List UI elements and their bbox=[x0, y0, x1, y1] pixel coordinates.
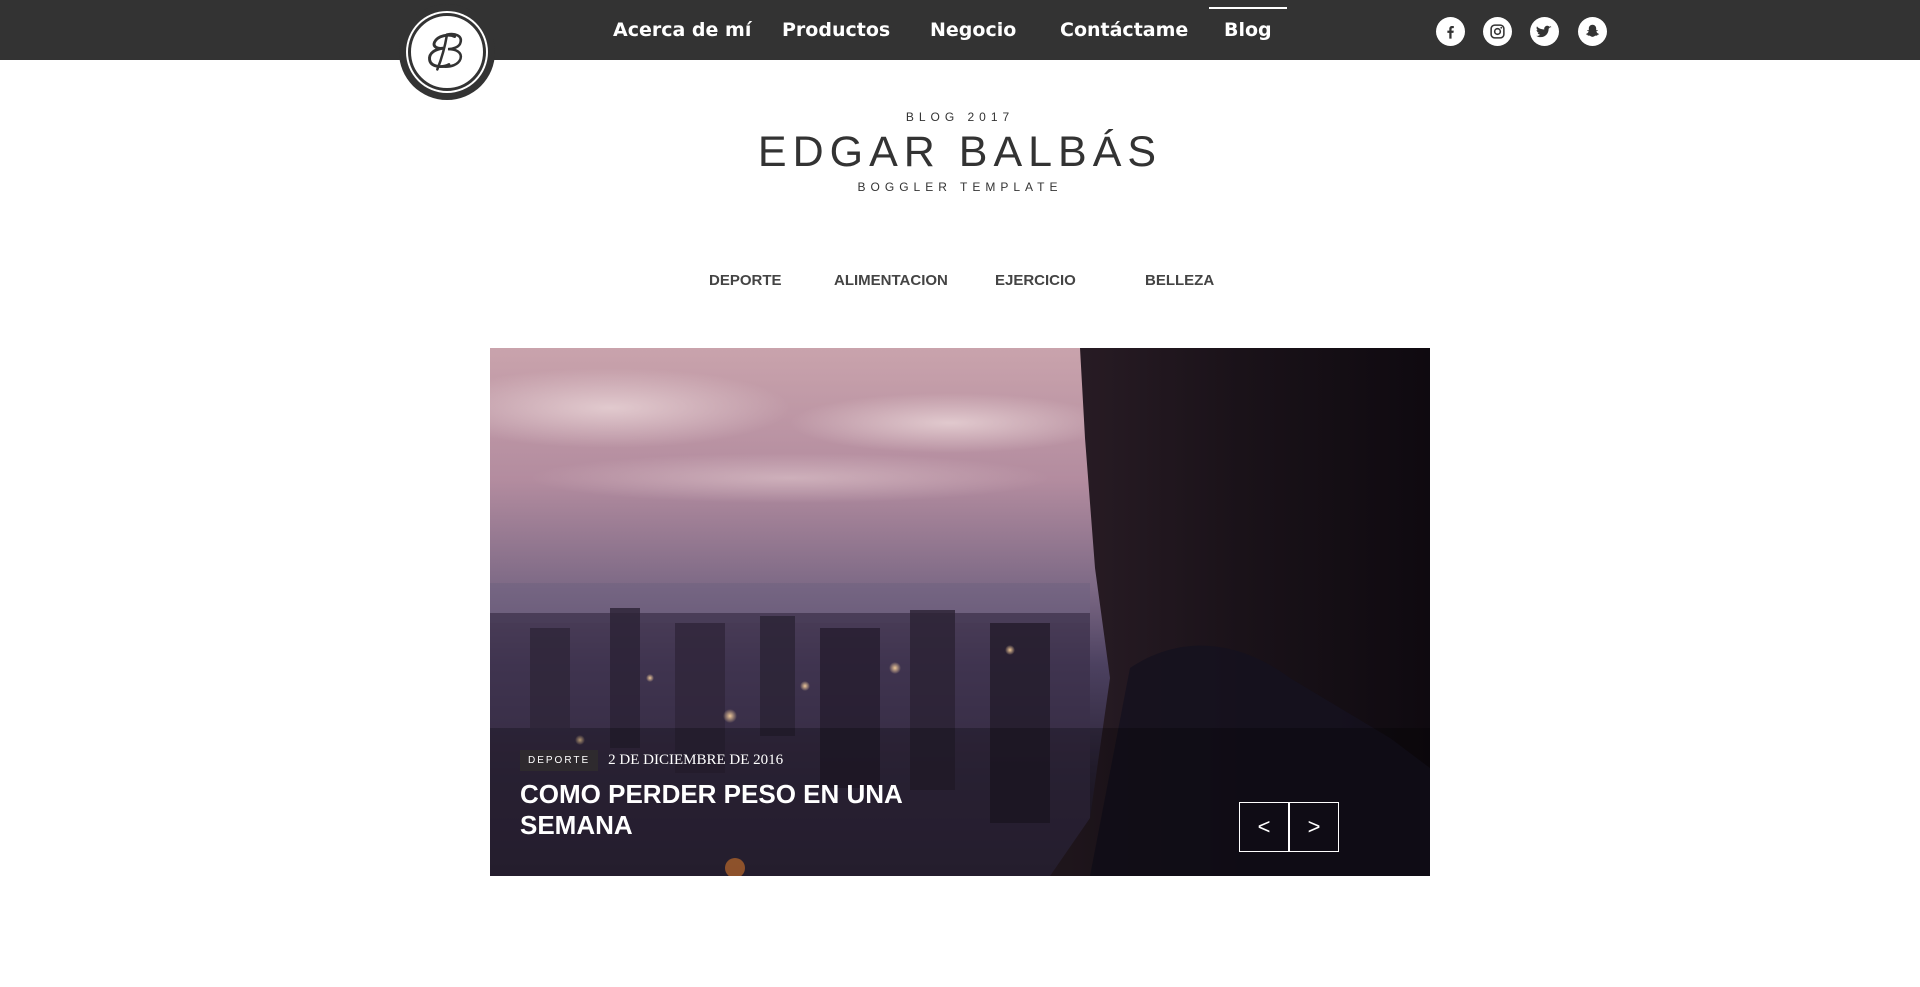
snapchat-icon[interactable] bbox=[1578, 17, 1607, 46]
eb-monogram-icon bbox=[428, 32, 463, 71]
facebook-icon[interactable] bbox=[1436, 17, 1465, 46]
nav-item-business[interactable]: Negocio bbox=[930, 0, 1016, 60]
site-subtitle: BOGGLER TEMPLATE bbox=[857, 180, 1063, 194]
featured-slider: DEPORTE 2 DE DICIEMBRE DE 2016 COMO PERD… bbox=[490, 348, 1430, 876]
site-title: EDGAR BALBÁS bbox=[757, 128, 1163, 176]
nav-item-blog[interactable]: Blog bbox=[1209, 0, 1287, 60]
category-belleza[interactable]: BELLEZA bbox=[1145, 272, 1214, 289]
nav-item-about[interactable]: Acerca de mí bbox=[613, 0, 751, 60]
slider-next-button[interactable]: > bbox=[1289, 802, 1339, 852]
slide-date: 2 DE DICIEMBRE DE 2016 bbox=[608, 752, 784, 768]
slide-meta: DEPORTE 2 DE DICIEMBRE DE 2016 bbox=[520, 750, 783, 771]
logo-badge bbox=[408, 13, 486, 91]
twitter-icon[interactable] bbox=[1530, 17, 1559, 46]
category-ejercicio[interactable]: EJERCICIO bbox=[995, 272, 1076, 289]
top-navbar: Acerca de mí Productos Negocio Contáctam… bbox=[0, 0, 1920, 60]
nav-item-contact[interactable]: Contáctame bbox=[1060, 0, 1188, 60]
category-deporte[interactable]: DEPORTE bbox=[709, 272, 782, 289]
category-alimentacion[interactable]: ALIMENTACION bbox=[834, 272, 948, 289]
main-nav: Acerca de mí Productos Negocio Contáctam… bbox=[0, 0, 1920, 60]
slide-category-badge[interactable]: DEPORTE bbox=[520, 750, 599, 771]
slide-title[interactable]: COMO PERDER PESO EN UNA SEMANA bbox=[520, 779, 950, 841]
site-logo[interactable] bbox=[399, 4, 495, 100]
slider-prev-button[interactable]: < bbox=[1239, 802, 1289, 852]
blog-year: BLOG 2017 bbox=[905, 110, 1015, 124]
nav-item-products[interactable]: Productos bbox=[782, 0, 890, 60]
instagram-icon[interactable] bbox=[1483, 17, 1512, 46]
